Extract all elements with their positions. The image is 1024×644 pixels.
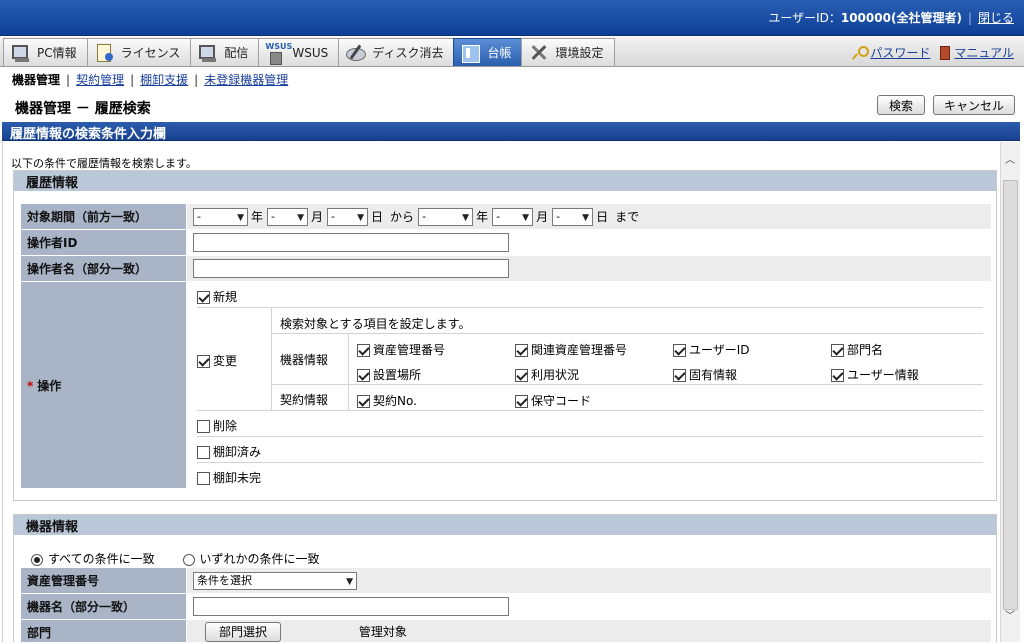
user-info: ユーザーID：100000(全社管理者) | 閉じる [768, 9, 1014, 26]
tab-wsus[interactable]: WSUS WSUS [258, 38, 340, 66]
managed-target-label: 管理対象 [358, 625, 407, 639]
key-icon [852, 45, 870, 60]
usage-status-checkbox[interactable] [515, 369, 528, 382]
device-name-label: 機器名（部分一致） [20, 593, 187, 620]
search-form-area: 以下の条件で履歴情報を検索します。 履歴情報 対象期間（前方一致） -年-月-日… [2, 142, 1020, 642]
user-id-value: 100000(全社管理者) [840, 11, 962, 25]
operator-name-input[interactable] [193, 259, 509, 278]
contract-info-label: 契約情報 [280, 393, 329, 407]
tab-label: 配信 [224, 46, 249, 60]
device-info-label: 機器情報 [280, 353, 329, 367]
op-inventory-pending-row: 棚卸未完 [197, 463, 983, 488]
from-month-select[interactable]: - [267, 207, 309, 226]
asset-condition-select[interactable]: 条件を選択 [193, 571, 357, 590]
operation-label: * 操作 [20, 281, 187, 489]
subnav-inventory[interactable]: 棚卸支援 [140, 73, 188, 87]
subnav-contract[interactable]: 契約管理 [76, 73, 124, 87]
op-delete-row: 削除 [197, 411, 983, 437]
change-desc: 検索対象とする項目を設定します。 [272, 308, 983, 334]
history-heading: 履歴情報 [14, 171, 996, 191]
inventory-pending-checkbox[interactable] [197, 472, 210, 485]
vertical-scrollbar[interactable]: ︿ ﹀ [1000, 142, 1020, 642]
intro-text: 以下の条件で履歴情報を検索します。 [11, 157, 197, 170]
operator-name-label: 操作者名（部分一致） [20, 255, 187, 282]
user-id-checkbox[interactable] [673, 344, 686, 357]
section-header: 履歴情報の検索条件入力欄 [2, 122, 1020, 142]
unique-info-checkbox[interactable] [673, 369, 686, 382]
change-checkbox[interactable] [197, 355, 210, 368]
password-link[interactable]: パスワード [870, 44, 930, 61]
history-table: 対象期間（前方一致） -年-月-日から-年-月-日まで 操作者ID 操作者名（部… [20, 203, 992, 489]
required-mark: * [27, 378, 34, 393]
op-change-row: 変更 検索対象とする項目を設定します。 機器情報 資産管理番号 関連資産管理番号… [197, 308, 983, 411]
sub-navigation: 機器管理 | 契約管理 | 棚卸支援 | 未登録機器管理 [12, 73, 289, 87]
divider: | [967, 11, 972, 25]
scroll-up-icon[interactable]: ︿ [1005, 156, 1015, 166]
from-day-select[interactable]: - [327, 207, 369, 226]
tab-ledger[interactable]: 台帳 [453, 38, 523, 66]
asset-number-checkbox[interactable] [357, 344, 370, 357]
device-table: 資産管理番号 条件を選択 機器名（部分一致） 部門 部門選択 管理対象 [20, 567, 992, 642]
device-name-input[interactable] [193, 597, 509, 616]
disk-erase-icon [345, 43, 367, 63]
subnav-current: 機器管理 [12, 73, 61, 87]
subnav-unregistered[interactable]: 未登録機器管理 [204, 73, 288, 87]
tab-label: WSUS [292, 45, 329, 60]
tab-disk-erase[interactable]: ディスク消去 [338, 38, 455, 66]
manual-book-icon [940, 45, 951, 60]
top-header: ユーザーID：100000(全社管理者) | 閉じる [0, 0, 1024, 36]
match-options: すべての条件に一致 いずれかの条件に一致 [31, 550, 320, 567]
match-all-radio[interactable] [31, 553, 43, 566]
tab-settings[interactable]: 環境設定 [521, 38, 615, 66]
new-checkbox[interactable] [197, 291, 210, 304]
delete-checkbox[interactable] [197, 420, 210, 433]
distribution-icon [197, 43, 219, 63]
operator-id-label: 操作者ID [20, 229, 187, 256]
wsus-icon: WSUS [265, 42, 292, 65]
user-id-label: ユーザーID： [768, 11, 841, 25]
to-month-select[interactable]: - [492, 207, 534, 226]
license-icon [94, 43, 116, 63]
pc-icon [10, 43, 32, 63]
settings-icon [528, 43, 550, 63]
related-asset-checkbox[interactable] [515, 344, 528, 357]
ledger-icon [460, 43, 482, 63]
tab-license[interactable]: ライセンス [86, 38, 192, 66]
tab-label: ライセンス [120, 46, 181, 60]
search-button[interactable]: 検索 [877, 95, 925, 115]
main-tab-bar: PC情報 ライセンス 配信 WSUS WSUS ディスク消去 台帳 環境設定 パス… [0, 37, 1024, 67]
to-day-select[interactable]: - [552, 207, 594, 226]
tab-distribution[interactable]: 配信 [190, 38, 260, 66]
cancel-button[interactable]: キャンセル [933, 95, 1015, 115]
scroll-thumb[interactable] [1003, 180, 1018, 610]
asset-number-label: 資産管理番号 [20, 567, 187, 594]
tab-label: 台帳 [487, 46, 512, 60]
department-label: 部門 [20, 619, 187, 642]
device-heading: 機器情報 [14, 515, 996, 535]
from-year-select[interactable]: - [193, 207, 248, 226]
tab-label: PC情報 [37, 46, 77, 60]
inventory-done-checkbox[interactable] [197, 446, 210, 459]
tab-label: ディスク消去 [372, 46, 444, 60]
scroll-down-icon[interactable]: ﹀ [1005, 612, 1015, 622]
close-link[interactable]: 閉じる [978, 11, 1014, 25]
maintenance-code-checkbox[interactable] [515, 395, 528, 408]
department-select-button[interactable]: 部門選択 [205, 622, 281, 642]
period-fields: -年-月-日から-年-月-日まで [186, 203, 992, 230]
op-new-row: 新規 [197, 282, 983, 308]
op-inventory-done-row: 棚卸済み [197, 437, 983, 463]
period-label: 対象期間（前方一致） [20, 203, 187, 230]
manual-link[interactable]: マニュアル [954, 44, 1014, 61]
user-info-checkbox[interactable] [831, 369, 844, 382]
page-title: 機器管理 － 履歴検索 [15, 101, 151, 117]
to-year-select[interactable]: - [418, 207, 474, 226]
location-checkbox[interactable] [357, 369, 370, 382]
tab-label: 環境設定 [555, 46, 604, 60]
tab-pc-info[interactable]: PC情報 [3, 38, 88, 66]
contract-no-checkbox[interactable] [357, 395, 370, 408]
department-checkbox[interactable] [831, 344, 844, 357]
match-any-radio[interactable] [182, 553, 195, 566]
operator-id-input[interactable] [193, 233, 509, 252]
